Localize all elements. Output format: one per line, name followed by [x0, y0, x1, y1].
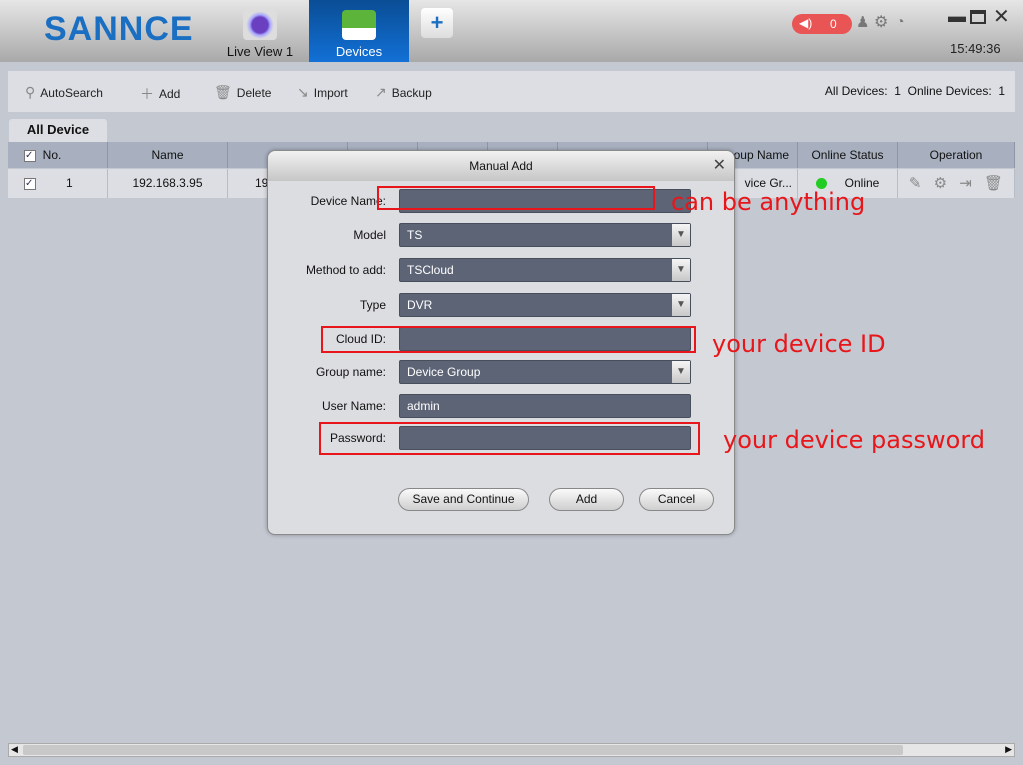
select-group-name[interactable]: Device Group ▼ — [399, 360, 691, 384]
highlight-device-name — [377, 186, 655, 210]
trash-icon: 🗑 — [214, 84, 232, 100]
highlight-password — [319, 422, 700, 455]
trash-icon[interactable]: 🗑 — [984, 175, 1003, 192]
field-label: Model — [353, 228, 386, 242]
label: AutoSearch — [40, 85, 103, 100]
input-user-name[interactable]: admin — [399, 394, 691, 418]
add-tab-button[interactable]: + — [421, 8, 453, 38]
gear-icon[interactable]: ⚙ — [874, 12, 888, 32]
add-button[interactable]: ＋ Add — [140, 84, 180, 104]
speaker-icon: ◀) — [799, 16, 813, 30]
select-all-checkbox[interactable]: ✓ — [24, 149, 36, 162]
select-model[interactable]: TS ▼ — [399, 223, 691, 247]
backup-button[interactable]: ↗ Backup — [375, 84, 432, 101]
label: Add — [159, 87, 181, 101]
row-checkbox[interactable]: ✓ — [24, 177, 36, 190]
backup-icon: ↗ — [375, 84, 387, 100]
highlight-cloud-id — [321, 326, 696, 353]
field-label: Type — [359, 298, 386, 312]
header-online-status[interactable]: Online Status — [798, 142, 898, 168]
horizontal-scrollbar[interactable]: ◀ ▶ — [8, 743, 1015, 757]
annotation-cloud-id: your device ID — [712, 330, 886, 358]
label: Backup — [391, 85, 432, 100]
field-value: admin — [407, 399, 440, 413]
field-label: Method to add: — [305, 263, 386, 277]
plus-icon: ＋ — [140, 86, 154, 102]
import-icon: ↘ — [297, 84, 309, 100]
user-icon[interactable]: ♟ — [856, 13, 869, 31]
dialog-title: Manual Add — [268, 151, 734, 181]
select-type[interactable]: DVR ▼ — [399, 293, 691, 317]
edit-icon[interactable]: ✎ — [909, 175, 922, 192]
autosearch-button[interactable]: ⚲ AutoSearch — [25, 84, 103, 101]
gear-icon[interactable]: ⚙ — [934, 175, 947, 192]
cell-name: 192.168.3.95 — [108, 169, 228, 198]
search-icon: ⚲ — [25, 84, 36, 100]
header-name[interactable]: Name — [108, 142, 228, 168]
top-bar: SANNCE Live View 1 Devices + ◀) 0 ♟ ⚙ ◔ … — [0, 0, 1023, 62]
field-value: Device Group — [407, 365, 481, 379]
chevron-down-icon[interactable]: ▼ — [672, 361, 690, 383]
alarm-count: 0 — [830, 17, 837, 31]
field-label: User Name: — [321, 399, 386, 413]
alarm-badge[interactable]: ◀) 0 — [792, 14, 852, 34]
label: Import — [313, 85, 348, 100]
close-icon[interactable]: ✕ — [713, 155, 726, 175]
field-value: TSCloud — [407, 263, 454, 277]
scroll-left-icon[interactable]: ◀ — [11, 744, 18, 755]
tab-all-device[interactable]: All Device — [9, 119, 107, 142]
close-icon[interactable]: ✕ — [993, 4, 1010, 29]
import-button[interactable]: ↘ Import — [297, 84, 348, 101]
minimize-icon[interactable]: ▬ — [948, 6, 966, 27]
scroll-thumb[interactable] — [23, 745, 903, 755]
cancel-button[interactable]: Cancel — [639, 488, 714, 511]
clock: 15:49:36 — [950, 41, 1001, 56]
logo: SANNCE — [44, 10, 194, 48]
header-label: No. — [42, 148, 62, 162]
annotation-password: your device password — [723, 426, 985, 454]
tab-label: Live View 1 — [226, 44, 294, 59]
tab-devices[interactable]: Devices — [309, 0, 409, 62]
tab-label: Devices — [335, 44, 383, 59]
chevron-down-icon[interactable]: ▼ — [672, 224, 690, 246]
delete-button[interactable]: 🗑 Delete — [214, 84, 271, 101]
annotation-name: can be anything — [671, 188, 866, 216]
add-button[interactable]: Add — [549, 488, 624, 511]
camera-lens-icon — [243, 10, 277, 40]
maximize-icon[interactable] — [970, 10, 986, 24]
chevron-down-icon[interactable]: ▼ — [672, 259, 690, 281]
chevron-down-icon[interactable]: ▼ — [672, 294, 690, 316]
device-icon — [342, 10, 376, 40]
select-method-to-add[interactable]: TSCloud ▼ — [399, 258, 691, 282]
cell-operation: ✎ ⚙ ⇥ 🗑 — [898, 169, 1015, 198]
field-value: TS — [407, 228, 423, 242]
header-no[interactable]: ✓ No. — [8, 142, 108, 168]
performance-icon[interactable]: ◔ — [896, 13, 904, 29]
device-counts: All Devices: 1 Online Devices: 1 — [824, 84, 1005, 98]
save-continue-button[interactable]: Save and Continue — [398, 488, 529, 511]
field-value: DVR — [407, 298, 433, 312]
field-label: Device Name: — [310, 194, 386, 208]
logout-icon[interactable]: ⇥ — [959, 175, 972, 192]
tab-live-view[interactable]: Live View 1 — [212, 0, 308, 62]
scroll-right-icon[interactable]: ▶ — [1005, 744, 1012, 755]
label: Delete — [236, 85, 272, 100]
no: 1 — [66, 176, 73, 190]
header-operation[interactable]: Operation — [898, 142, 1015, 168]
cell-no: ✓ 1 — [8, 169, 108, 198]
toolbar: ⚲ AutoSearch ＋ Add 🗑 Delete ↘ Import ↗ Backup… — [8, 71, 1015, 112]
field-label: Group name: — [315, 365, 386, 379]
